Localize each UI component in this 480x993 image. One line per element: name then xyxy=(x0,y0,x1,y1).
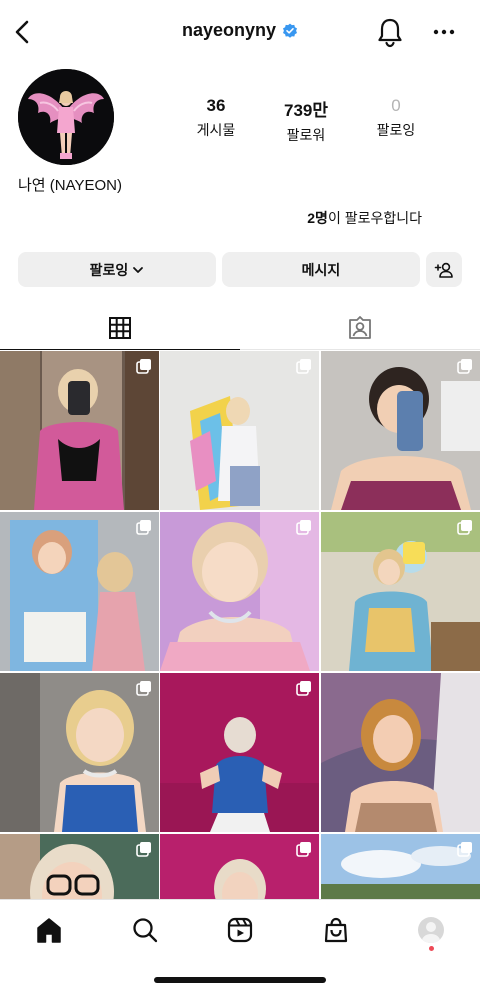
posts-grid xyxy=(0,351,480,899)
nav-home[interactable] xyxy=(31,912,67,948)
followers-count-label: 팔로워 xyxy=(286,127,326,143)
multiple-photos-icon xyxy=(136,681,151,696)
message-button[interactable]: 메시지 xyxy=(222,252,420,287)
post-tile[interactable] xyxy=(321,351,480,510)
multiple-photos-icon xyxy=(296,520,311,535)
following-count[interactable]: 0 팔로잉 xyxy=(351,96,441,140)
multiple-photos-icon xyxy=(457,842,472,857)
nav-profile[interactable] xyxy=(413,912,449,948)
post-tile[interactable] xyxy=(160,512,319,671)
post-tile[interactable] xyxy=(321,512,480,671)
multiple-photos-icon xyxy=(457,520,472,535)
tab-posts-grid[interactable] xyxy=(0,306,240,350)
post-tile[interactable] xyxy=(0,512,159,671)
post-thumbnail xyxy=(321,673,480,832)
following-count-value: 0 xyxy=(391,96,401,115)
posts-count[interactable]: 36 게시물 xyxy=(171,96,261,140)
top-bar: nayeonyny xyxy=(0,0,480,64)
multiple-photos-icon xyxy=(136,359,151,374)
notifications-button[interactable] xyxy=(375,16,405,48)
multiple-photos-icon xyxy=(136,520,151,535)
multiple-photos-icon xyxy=(136,842,151,857)
chevron-down-icon xyxy=(133,266,144,273)
message-button-label: 메시지 xyxy=(301,261,341,278)
post-tile[interactable] xyxy=(0,834,159,899)
posts-count-label: 게시물 xyxy=(196,122,236,138)
followers-count[interactable]: 739만 팔로워 xyxy=(261,96,351,145)
multiple-photos-icon xyxy=(296,681,311,696)
grid-icon xyxy=(109,316,131,339)
suggested-users-button[interactable] xyxy=(426,252,462,287)
post-tile[interactable] xyxy=(160,351,319,510)
username-text: nayeonyny xyxy=(181,20,277,40)
multiple-photos-icon xyxy=(296,842,311,857)
following-button-label: 팔로잉 xyxy=(89,261,129,278)
post-tile[interactable] xyxy=(0,351,159,510)
multiple-photos-icon xyxy=(296,359,311,374)
profile-display-name: 나연 (NAYEON) xyxy=(18,177,122,194)
followed-by-text[interactable]: 2명이 팔로우합니다 xyxy=(307,208,422,228)
post-tile[interactable] xyxy=(321,834,480,899)
following-button[interactable]: 팔로잉 xyxy=(18,252,216,287)
followed-by-suffix: 이 팔로우합니다 xyxy=(327,210,422,226)
post-tile[interactable] xyxy=(160,834,319,899)
followers-count-value: 739만 xyxy=(283,101,328,120)
avatar-photo xyxy=(18,69,114,165)
reels-icon xyxy=(227,917,253,943)
post-tile[interactable] xyxy=(160,673,319,832)
post-tile[interactable] xyxy=(321,673,480,832)
posts-count-value: 36 xyxy=(206,96,226,115)
nav-shop[interactable] xyxy=(318,912,354,948)
profile-username-header: nayeonyny xyxy=(0,20,480,41)
nav-search[interactable] xyxy=(127,912,163,948)
verified-badge-icon xyxy=(283,23,298,38)
shopping-bag-icon xyxy=(324,917,348,943)
followed-by-count: 2명 xyxy=(307,210,328,226)
more-options-button[interactable] xyxy=(430,18,458,46)
more-horizontal-icon xyxy=(433,29,455,35)
profile-avatar-icon xyxy=(418,917,444,943)
tab-tagged[interactable] xyxy=(240,306,480,350)
post-tile[interactable] xyxy=(0,673,159,832)
tagged-person-icon xyxy=(349,315,371,339)
multiple-photos-icon xyxy=(457,359,472,374)
following-count-label: 팔로잉 xyxy=(376,122,416,138)
bell-icon xyxy=(378,18,402,48)
profile-tabs xyxy=(0,306,480,350)
profile-notification-dot xyxy=(429,946,434,951)
search-icon xyxy=(133,918,158,943)
nav-reels[interactable] xyxy=(222,912,258,948)
add-user-icon xyxy=(434,262,453,278)
profile-avatar[interactable] xyxy=(18,69,114,165)
home-icon xyxy=(37,918,61,943)
home-indicator[interactable] xyxy=(154,977,326,983)
